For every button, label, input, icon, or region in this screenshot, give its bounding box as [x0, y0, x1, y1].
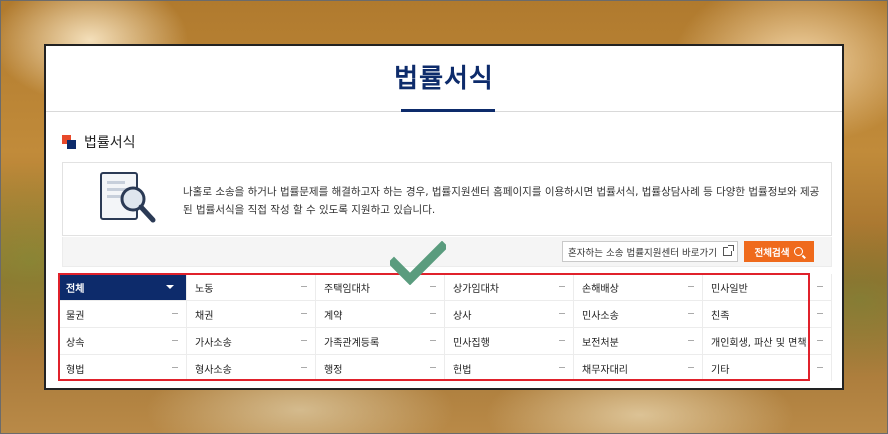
category-item[interactable]: 민사소송 — [574, 301, 703, 327]
category-item[interactable]: 헌법 — [445, 355, 574, 381]
expand-icon — [172, 367, 178, 368]
section-marker-icon — [62, 135, 76, 149]
expand-icon — [172, 340, 178, 341]
expand-icon — [817, 286, 823, 287]
category-item[interactable]: 노동 — [187, 274, 316, 300]
expand-icon — [172, 313, 178, 314]
caret-down-icon — [166, 285, 174, 289]
expand-icon — [817, 367, 823, 368]
shortcut-label: 혼자하는 소송 법률지원센터 바로가기 — [568, 247, 717, 259]
category-item[interactable]: 계약 — [316, 301, 445, 327]
category-item[interactable]: 친족 — [703, 301, 832, 327]
category-item[interactable]: 손해배상 — [574, 274, 703, 300]
category-item[interactable]: 행정 — [316, 355, 445, 381]
page-header: 법률서식 — [46, 46, 842, 112]
external-link-icon — [722, 245, 734, 256]
document-search-icon — [100, 172, 156, 223]
expand-icon — [559, 340, 565, 341]
expand-icon — [430, 367, 436, 368]
category-item[interactable]: 형법 — [58, 355, 187, 381]
expand-icon — [301, 367, 307, 368]
expand-icon — [817, 340, 823, 341]
category-item[interactable]: 민사집행 — [445, 328, 574, 354]
action-bar: 혼자하는 소송 법률지원센터 바로가기 전체검색 — [62, 237, 832, 267]
expand-icon — [559, 313, 565, 314]
expand-icon — [301, 286, 307, 287]
expand-icon — [430, 286, 436, 287]
category-item[interactable]: 개인회생, 파산 및 면책 — [703, 328, 832, 354]
expand-icon — [817, 313, 823, 314]
category-item[interactable]: 기타 — [703, 355, 832, 381]
expand-icon — [688, 367, 694, 368]
expand-icon — [688, 313, 694, 314]
category-item[interactable]: 채무자대리 — [574, 355, 703, 381]
page-title: 법률서식 — [394, 64, 494, 94]
category-item[interactable]: 채권 — [187, 301, 316, 327]
category-item[interactable]: 형사소송 — [187, 355, 316, 381]
category-item[interactable]: 민사일반 — [703, 274, 832, 300]
category-item[interactable]: 상속 — [58, 328, 187, 354]
expand-icon — [301, 340, 307, 341]
expand-icon — [430, 313, 436, 314]
title-underline — [401, 109, 495, 112]
section-heading: 법률서식 — [62, 132, 136, 152]
info-description: 나홀로 소송을 하거나 법률문제를 해결하고자 하는 경우, 법률지원센터 홈페… — [183, 186, 820, 216]
category-item[interactable]: 보전처분 — [574, 328, 703, 354]
expand-icon — [688, 340, 694, 341]
expand-icon — [559, 286, 565, 287]
search-label: 전체검색 — [754, 247, 790, 259]
full-search-button[interactable]: 전체검색 — [744, 241, 814, 262]
category-grid: 전체 노동 주택임대차 상가임대차 손해배상 민사일반 물권 채권 계약 상사 … — [58, 274, 832, 381]
checkmark-icon — [390, 241, 446, 285]
expand-icon — [301, 313, 307, 314]
expand-icon — [430, 340, 436, 341]
category-item[interactable]: 가사소송 — [187, 328, 316, 354]
category-item-all[interactable]: 전체 — [58, 274, 187, 300]
category-item[interactable]: 가족관계등록 — [316, 328, 445, 354]
category-item[interactable]: 상사 — [445, 301, 574, 327]
category-item[interactable]: 상가임대차 — [445, 274, 574, 300]
info-box: 나홀로 소송을 하거나 법률문제를 해결하고자 하는 경우, 법률지원센터 홈페… — [62, 162, 832, 236]
expand-icon — [559, 367, 565, 368]
expand-icon — [688, 286, 694, 287]
legal-center-shortcut-button[interactable]: 혼자하는 소송 법률지원센터 바로가기 — [562, 241, 738, 262]
category-item[interactable]: 물권 — [58, 301, 187, 327]
legal-forms-panel: 법률서식 법률서식 나홀로 소송을 하거나 법률문제를 해결하고자 하는 경우,… — [44, 44, 844, 390]
section-title: 법률서식 — [84, 135, 136, 151]
search-icon — [794, 247, 804, 256]
